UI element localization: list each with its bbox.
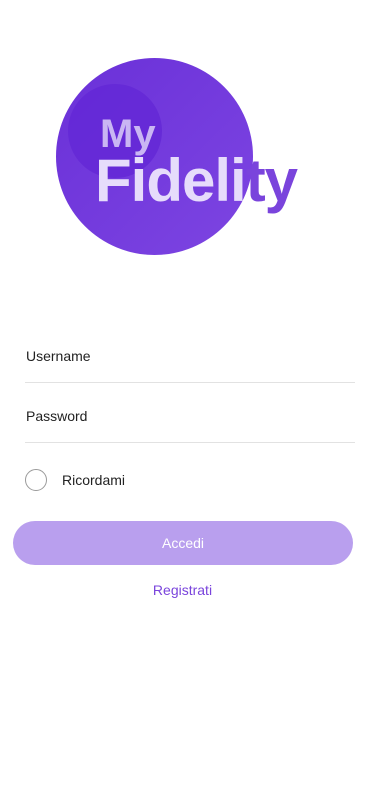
- register-link[interactable]: Registrati: [0, 582, 365, 598]
- remember-me[interactable]: Ricordami: [25, 468, 125, 492]
- username-field[interactable]: Username: [25, 344, 355, 383]
- password-label: Password: [26, 408, 88, 424]
- remember-label: Ricordami: [62, 472, 126, 488]
- username-label: Username: [26, 348, 91, 364]
- logo-fidelity-light: Fideli: [95, 147, 247, 214]
- logo-fidelity-text: Fidelity: [95, 147, 298, 214]
- logo-fidelity-dark: ty: [245, 147, 298, 214]
- login-button[interactable]: Accedi: [13, 521, 353, 565]
- remember-radio[interactable]: [25, 469, 47, 491]
- password-field[interactable]: Password: [25, 404, 355, 443]
- app-logo: My Fidelity: [0, 0, 365, 280]
